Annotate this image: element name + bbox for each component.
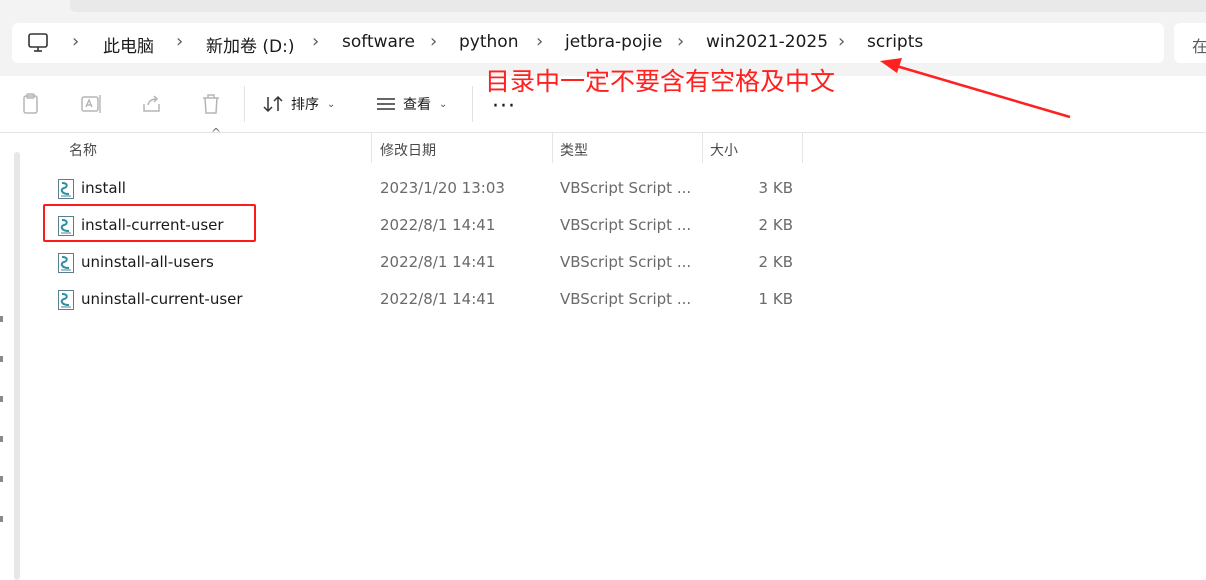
file-name: uninstall-current-user [81,290,243,308]
toolbar-divider [472,86,473,122]
chevron-right-icon[interactable]: › [677,31,684,52]
file-type: VBScript Script ... [560,290,692,308]
vbscript-file-icon [58,179,74,199]
chevron-right-icon[interactable]: › [536,31,543,52]
view-label: 查看 [403,97,431,113]
file-row[interactable]: uninstall-all-users 2022/8/1 14:41 VBScr… [40,244,810,281]
column-divider[interactable] [702,133,703,163]
file-size: 2 KB [758,253,793,271]
toolbar-divider [244,86,245,122]
file-date: 2022/8/1 14:41 [380,253,496,271]
chevron-down-icon: ⌄ [439,98,448,110]
file-type: VBScript Script ... [560,216,692,234]
file-date: 2022/8/1 14:41 [380,216,496,234]
breadcrumb-python[interactable]: python [459,32,518,52]
nav-expand-icon[interactable] [0,476,3,482]
rename-icon[interactable] [79,92,103,116]
file-type: VBScript Script ... [560,253,692,271]
view-button[interactable]: 查看 ⌄ [375,92,447,116]
search-placeholder: 在 [1192,37,1206,56]
breadcrumb-win2021-2025[interactable]: win2021-2025 [706,32,828,52]
file-row[interactable]: install 2023/1/20 13:03 VBScript Script … [40,170,810,207]
nav-expand-icon[interactable] [0,436,3,442]
vbscript-file-icon [58,290,74,310]
file-size: 3 KB [758,179,793,197]
nav-expand-icon[interactable] [0,516,3,522]
sort-ascending-icon: ^ [211,126,222,140]
column-header-type[interactable]: 类型 [560,140,588,160]
file-name: install [81,179,126,197]
sort-label: 排序 [291,97,319,113]
column-header-date[interactable]: 修改日期 [380,140,436,160]
column-header-name[interactable]: 名称 [69,140,97,160]
paste-icon[interactable] [19,92,43,116]
nav-expand-icon[interactable] [0,316,3,322]
column-divider[interactable] [552,133,553,163]
search-box[interactable]: 在 [1174,23,1206,63]
chevron-right-icon[interactable]: › [838,31,845,52]
breadcrumb-software[interactable]: software [342,32,415,52]
file-size: 2 KB [758,216,793,234]
delete-icon[interactable] [199,92,223,116]
column-header-size[interactable]: 大小 [710,140,738,160]
chevron-right-icon[interactable]: › [176,31,183,52]
breadcrumb-drive-d[interactable]: 新加卷 (D:) [206,32,295,57]
nav-expand-icon[interactable] [0,396,3,402]
file-size: 1 KB [758,290,793,308]
nav-expand-icon[interactable] [0,356,3,362]
file-date: 2023/1/20 13:03 [380,179,505,197]
file-row[interactable]: uninstall-current-user 2022/8/1 14:41 VB… [40,281,810,318]
navigation-pane-scrollbar[interactable] [14,152,20,580]
column-divider[interactable] [371,133,372,163]
file-name: uninstall-all-users [81,253,214,271]
chevron-right-icon[interactable]: › [72,31,79,52]
chevron-right-icon[interactable]: › [312,31,319,52]
share-icon[interactable] [140,92,164,116]
sort-button[interactable]: 排序 ⌄ [263,92,335,116]
vbscript-file-icon [58,253,74,273]
tab-strip [70,0,1206,12]
chevron-right-icon[interactable]: › [430,31,437,52]
breadcrumb-this-pc[interactable]: 此电脑 [103,32,154,57]
breadcrumb-scripts[interactable]: scripts [867,32,923,52]
chevron-down-icon: ⌄ [327,98,336,110]
view-icon [377,98,395,110]
file-type: VBScript Script ... [560,179,692,197]
breadcrumb-jetbra-pojie[interactable]: jetbra-pojie [565,32,662,52]
annotation-highlight-box [43,204,256,242]
annotation-text: 目录中一定不要含有空格及中文 [485,67,836,96]
file-date: 2022/8/1 14:41 [380,290,496,308]
sort-icon [263,95,283,113]
this-pc-icon[interactable] [27,31,49,55]
column-divider[interactable] [802,133,803,163]
